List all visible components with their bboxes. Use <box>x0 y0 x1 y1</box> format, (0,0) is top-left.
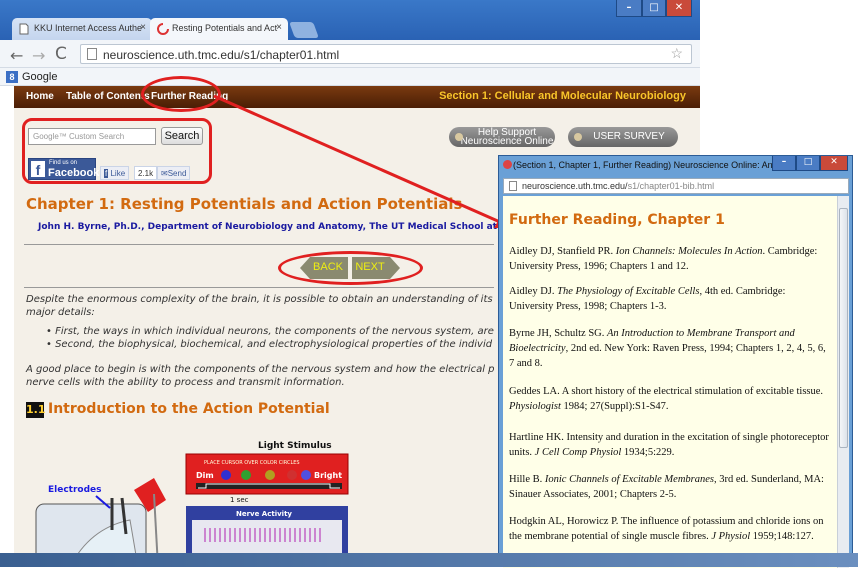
list-item-text: First, the ways in which individual neur… <box>55 326 494 337</box>
tab-kku[interactable]: KKU Internet Access Authe × <box>12 18 152 40</box>
page-icon <box>87 48 97 60</box>
list-item: • Second, the biophysical, biochemical, … <box>46 339 493 350</box>
bullet-icon <box>574 133 582 141</box>
tab-label: KKU Internet Access Authe <box>34 23 143 33</box>
nerve-activity-label: Nerve Activity <box>236 510 292 518</box>
bright-label: Bright <box>314 471 342 480</box>
tab-label: Resting Potentials and Act <box>172 23 278 33</box>
color-circle-blue <box>221 470 231 480</box>
paragraph: major details: <box>26 307 95 318</box>
paragraph: A good place to begin is with the compon… <box>26 364 495 375</box>
section-heading: Introduction to the Action Potential <box>48 401 330 417</box>
reference-item: Aidley DJ. The Physiology of Excitable C… <box>509 286 786 312</box>
divider <box>24 244 494 245</box>
reference-item: Byrne JH, Schultz SG. An Introduction to… <box>509 328 826 369</box>
minimize-button[interactable]: – <box>616 0 642 17</box>
google-icon: 8 <box>6 71 18 83</box>
window-controls: – □ ✕ <box>612 0 692 18</box>
minimize-button[interactable]: – <box>772 156 796 171</box>
reference-item: Aidley DJ, Stanfield PR. Ion Channels: M… <box>509 246 818 272</box>
close-icon[interactable]: × <box>140 22 146 33</box>
tab-resting-potentials[interactable]: Resting Potentials and Act × <box>150 18 288 40</box>
close-icon[interactable]: × <box>276 22 282 33</box>
maximize-button[interactable]: □ <box>796 156 820 171</box>
url-path: s1/chapter01-bib.html <box>627 181 715 191</box>
light-stimulus-label: Light Stimulus <box>258 441 332 451</box>
reload-icon[interactable]: C <box>55 44 67 64</box>
author-line[interactable]: John H. Byrne, Ph.D., Department of Neur… <box>38 222 542 232</box>
color-circle-yellow <box>265 470 275 480</box>
popup-heading: Further Reading, Chapter 1 <box>509 212 725 228</box>
chrome-icon <box>503 160 512 169</box>
dim-label: Dim <box>196 471 214 480</box>
loading-icon <box>157 23 169 35</box>
paragraph: Despite the enormous complexity of the b… <box>26 294 493 305</box>
maximize-button[interactable]: □ <box>642 0 666 17</box>
color-circle-purple <box>301 470 311 480</box>
back-arrow-icon[interactable]: ← <box>10 46 23 65</box>
paragraph: nerve cells with the ability to process … <box>26 377 345 388</box>
tab-bar: KKU Internet Access Authe × Resting Pote… <box>0 0 700 40</box>
popup-title: (Section 1, Chapter 1, Further Reading) … <box>513 160 801 170</box>
one-second-label: 1 sec <box>230 496 249 504</box>
forward-arrow-icon[interactable]: → <box>32 46 45 65</box>
color-circle-red <box>287 470 297 480</box>
list-item-text: Second, the biophysical, biochemical, an… <box>55 339 493 350</box>
popup-scrollbar[interactable] <box>837 196 849 568</box>
divider <box>24 287 494 288</box>
reference-item: Geddes LA. A short history of the electr… <box>509 386 824 412</box>
taskbar <box>0 553 858 567</box>
close-window-button[interactable]: ✕ <box>820 156 848 171</box>
scrollbar-thumb[interactable] <box>839 208 848 448</box>
action-potential-figure[interactable]: Light Stimulus PLACE CURSOR OVER COLOR C… <box>30 438 360 568</box>
url-prefix: neuroscience.uth.tmc.edu/ <box>522 181 628 191</box>
user-survey-button[interactable]: USER SURVEY <box>568 127 678 147</box>
help-support-button[interactable]: Help Support Neuroscience Online <box>449 127 555 147</box>
section-title: Section 1: Cellular and Molecular Neurob… <box>439 90 686 102</box>
bullet-icon <box>455 133 463 141</box>
bookmark-google[interactable]: Google <box>22 71 57 83</box>
figure-graphic: Light Stimulus PLACE CURSOR OVER COLOR C… <box>35 441 349 568</box>
section-number: 1.1 <box>26 402 46 418</box>
address-bar[interactable]: neuroscience.uth.tmc.edu/s1/chapter01.ht… <box>80 44 692 64</box>
place-cursor-label: PLACE CURSOR OVER COLOR CIRCLES <box>204 460 300 466</box>
further-reading-popup: (Section 1, Chapter 1, Further Reading) … <box>498 155 853 568</box>
nav-table-of-contents[interactable]: Table of Contents <box>66 91 150 102</box>
electrodes-label: Electrodes <box>48 485 102 495</box>
nav-home[interactable]: Home <box>26 91 54 102</box>
page-icon <box>19 23 29 35</box>
page-icon <box>509 181 517 191</box>
reference-item: Hille B. Ionic Channels of Excitable Mem… <box>509 474 824 500</box>
url-text: neuroscience.uth.tmc.edu/s1/chapter01.ht… <box>103 48 340 62</box>
popup-content: Further Reading, Chapter 1 Aidley DJ, St… <box>503 196 837 568</box>
annotation-circle-further-reading <box>141 76 221 112</box>
close-window-button[interactable]: ✕ <box>666 0 692 17</box>
browser-toolbar: ← → C neuroscience.uth.tmc.edu/s1/chapte… <box>0 40 700 68</box>
star-icon[interactable]: ☆ <box>670 45 683 62</box>
color-circle-green <box>241 470 251 480</box>
list-item: • First, the ways in which individual ne… <box>46 326 494 337</box>
new-tab-button[interactable] <box>289 22 319 38</box>
help-support-label: Help Support Neuroscience Online <box>460 127 554 147</box>
chapter-title: Chapter 1: Resting Potentials and Action… <box>26 195 463 213</box>
bookmarks-bar: 8 Google <box>0 68 700 86</box>
annotation-box-search <box>22 118 212 184</box>
annotation-circle-nav <box>278 251 423 285</box>
reference-item: Hodgkin AL, Horowicz P. The influence of… <box>509 516 824 542</box>
popup-address-bar[interactable]: neuroscience.uth.tmc.edu/s1/chapter01-bi… <box>503 178 849 194</box>
user-survey-label: USER SURVEY <box>593 131 665 142</box>
reference-item: Hartline HK. Intensity and duration in t… <box>509 432 829 458</box>
site-nav-bar: Home Table of Contents Further Reading S… <box>14 86 700 108</box>
